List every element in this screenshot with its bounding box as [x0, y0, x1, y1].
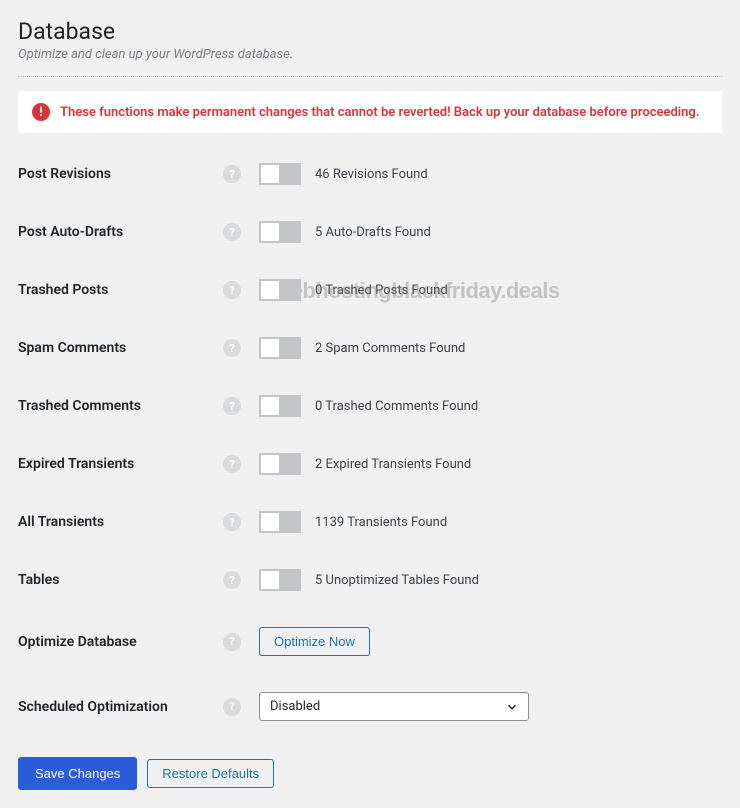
row-trashed-comments: Trashed Comments ? 0 Trashed Comments Fo…: [18, 395, 722, 417]
toggle-post-revisions[interactable]: [259, 163, 301, 185]
row-post-revisions: Post Revisions ? 46 Revisions Found: [18, 163, 722, 185]
help-icon[interactable]: ?: [223, 513, 241, 531]
label-all-transients: All Transients: [18, 514, 223, 530]
row-optimize-database: Optimize Database ? Optimize Now: [18, 627, 722, 656]
row-spam-comments: Spam Comments ? 2 Spam Comments Found: [18, 337, 722, 359]
toggle-all-transients[interactable]: [259, 511, 301, 533]
value-all-transients: 1139 Transients Found: [315, 515, 447, 530]
help-icon[interactable]: ?: [223, 165, 241, 183]
page-title: Database: [18, 18, 722, 45]
optimize-now-button[interactable]: Optimize Now: [259, 627, 370, 656]
row-expired-transients: Expired Transients ? 2 Expired Transient…: [18, 453, 722, 475]
label-post-revisions: Post Revisions: [18, 166, 223, 182]
value-expired-transients: 2 Expired Transients Found: [315, 457, 471, 472]
alert-icon: !: [32, 103, 50, 121]
value-spam-comments: 2 Spam Comments Found: [315, 341, 465, 356]
toggle-expired-transients[interactable]: [259, 453, 301, 475]
help-icon[interactable]: ?: [223, 698, 241, 716]
label-trashed-posts: Trashed Posts: [18, 282, 223, 298]
help-icon[interactable]: ?: [223, 281, 241, 299]
help-icon[interactable]: ?: [223, 571, 241, 589]
help-icon[interactable]: ?: [223, 455, 241, 473]
save-changes-button[interactable]: Save Changes: [18, 757, 137, 790]
value-post-revisions: 46 Revisions Found: [315, 167, 428, 182]
label-trashed-comments: Trashed Comments: [18, 398, 223, 414]
value-trashed-posts: 0 Trashed Posts Found: [315, 283, 448, 298]
label-expired-transients: Expired Transients: [18, 456, 223, 472]
row-tables: Tables ? 5 Unoptimized Tables Found: [18, 569, 722, 591]
scheduled-optimization-select[interactable]: Disabled: [259, 692, 529, 721]
row-all-transients: All Transients ? 1139 Transients Found: [18, 511, 722, 533]
help-icon[interactable]: ?: [223, 223, 241, 241]
toggle-tables[interactable]: [259, 569, 301, 591]
row-post-auto-drafts: Post Auto-Drafts ? 5 Auto-Drafts Found: [18, 221, 722, 243]
label-spam-comments: Spam Comments: [18, 340, 223, 356]
label-optimize-database: Optimize Database: [18, 634, 223, 650]
divider: [18, 76, 722, 77]
value-tables: 5 Unoptimized Tables Found: [315, 573, 479, 588]
restore-defaults-button[interactable]: Restore Defaults: [147, 759, 274, 788]
warning-notice: ! These functions make permanent changes…: [18, 91, 722, 133]
label-scheduled-optimization: Scheduled Optimization: [18, 699, 223, 715]
label-tables: Tables: [18, 572, 223, 588]
row-scheduled-optimization: Scheduled Optimization ? Disabled: [18, 692, 722, 721]
warning-text: These functions make permanent changes t…: [60, 105, 700, 120]
value-post-auto-drafts: 5 Auto-Drafts Found: [315, 225, 431, 240]
toggle-spam-comments[interactable]: [259, 337, 301, 359]
toggle-trashed-posts[interactable]: [259, 279, 301, 301]
help-icon[interactable]: ?: [223, 339, 241, 357]
help-icon[interactable]: ?: [223, 397, 241, 415]
toggle-post-auto-drafts[interactable]: [259, 221, 301, 243]
row-trashed-posts: Trashed Posts ? 0 Trashed Posts Found: [18, 279, 722, 301]
label-post-auto-drafts: Post Auto-Drafts: [18, 224, 223, 240]
page-subtitle: Optimize and clean up your WordPress dat…: [18, 47, 722, 62]
value-trashed-comments: 0 Trashed Comments Found: [315, 399, 478, 414]
footer-buttons: Save Changes Restore Defaults: [18, 757, 722, 790]
help-icon[interactable]: ?: [223, 633, 241, 651]
toggle-trashed-comments[interactable]: [259, 395, 301, 417]
